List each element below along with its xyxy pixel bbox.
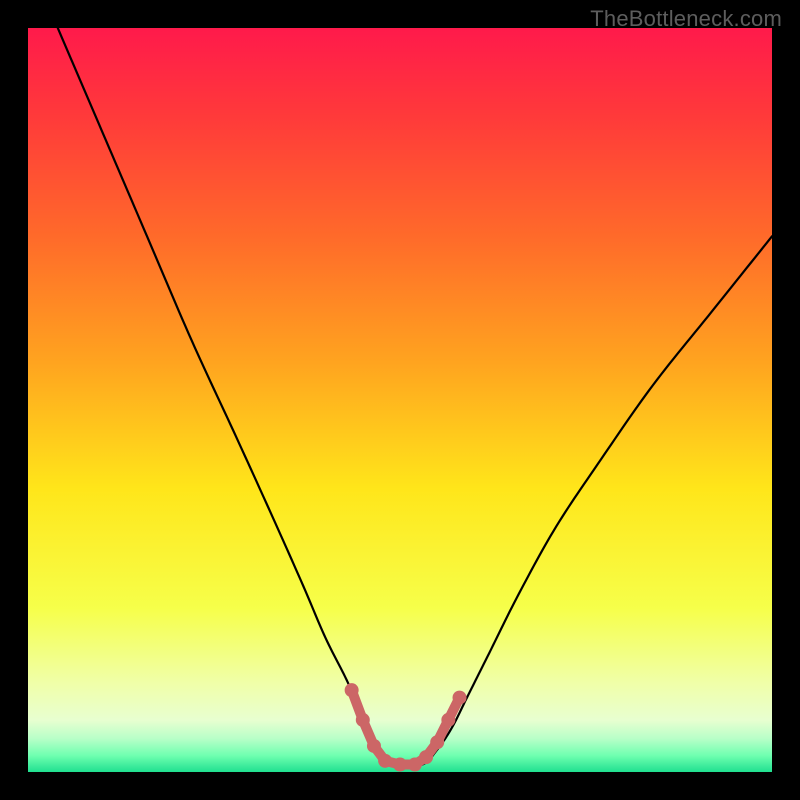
plot-area	[28, 28, 772, 772]
chart-frame: TheBottleneck.com	[0, 0, 800, 800]
optimal-range-dot	[453, 691, 467, 705]
chart-svg	[28, 28, 772, 772]
optimal-range-dot	[367, 739, 381, 753]
optimal-range-dot	[378, 754, 392, 768]
optimal-range-dot	[356, 713, 370, 727]
optimal-range-dot	[441, 713, 455, 727]
optimal-range-dot	[345, 683, 359, 697]
optimal-range-dot	[419, 750, 433, 764]
watermark-text: TheBottleneck.com	[590, 6, 782, 32]
optimal-range-dot	[430, 735, 444, 749]
optimal-range-dot	[393, 758, 407, 772]
gradient-rect	[28, 28, 772, 772]
